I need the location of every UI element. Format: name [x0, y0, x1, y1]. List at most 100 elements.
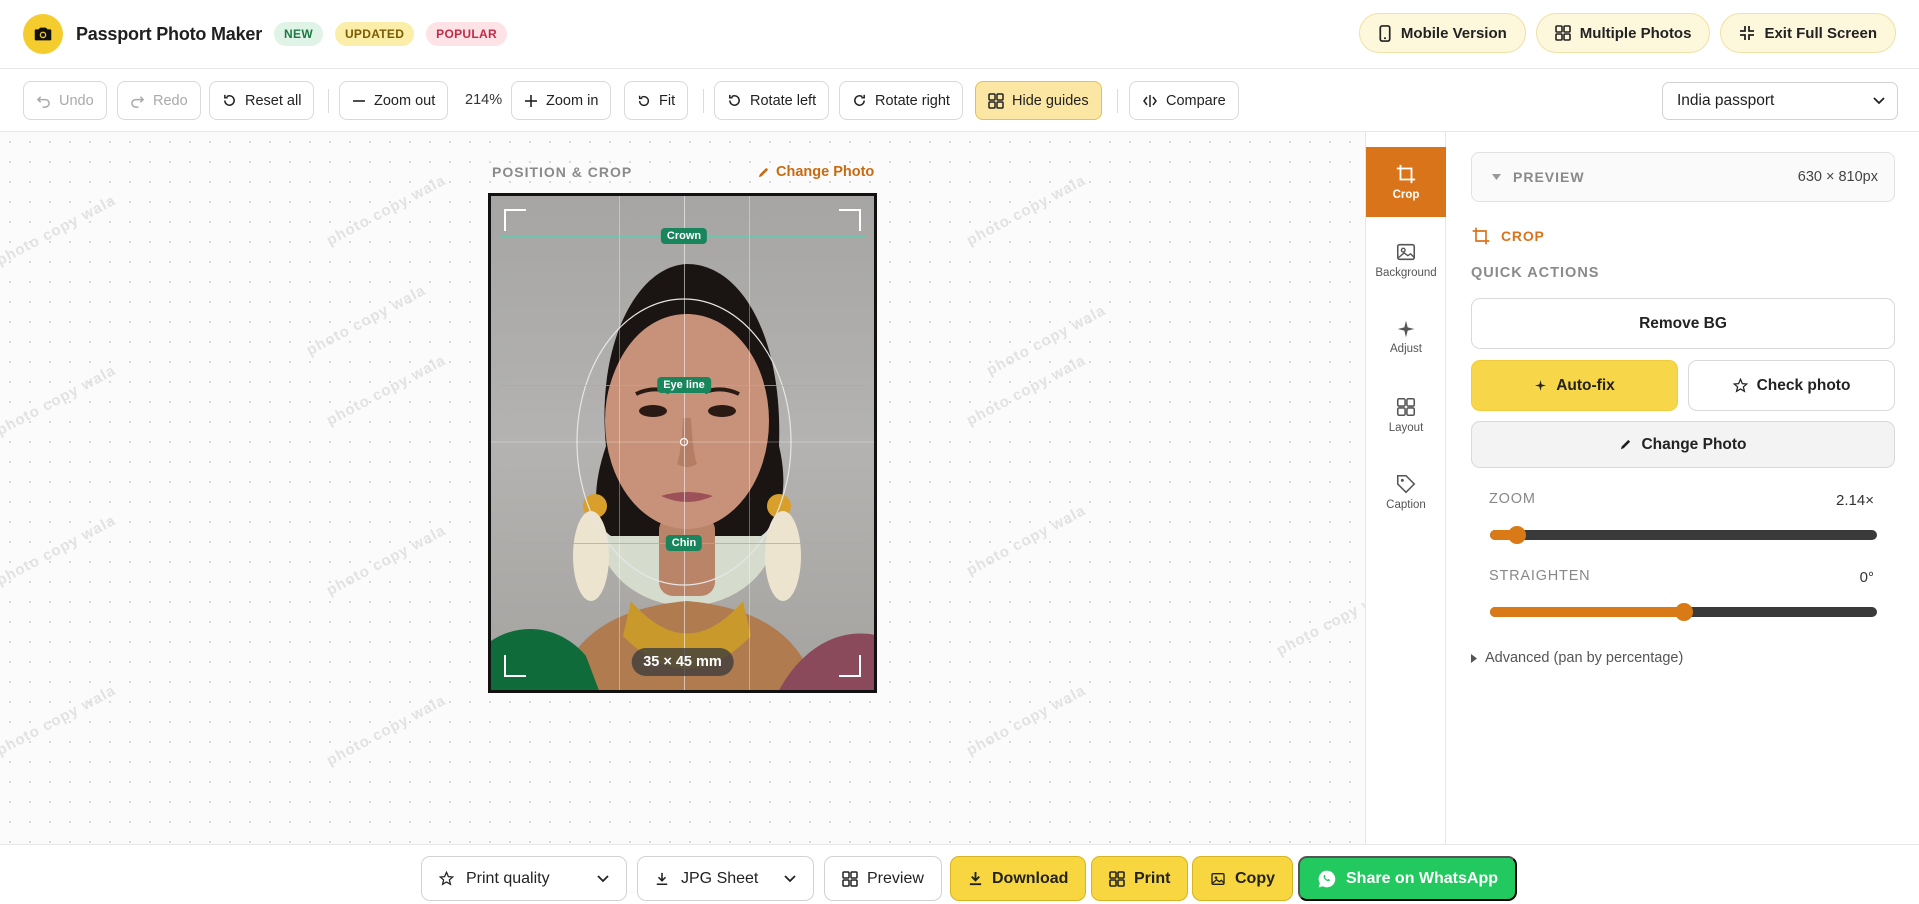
passport-photo[interactable]: Crown Eye line Chin 35 × 45 mm: [488, 193, 877, 693]
preview-button[interactable]: Preview: [824, 856, 942, 901]
rail-item-background[interactable]: Background: [1366, 225, 1446, 295]
multiple-photos-button[interactable]: Multiple Photos: [1535, 13, 1711, 53]
star-icon: [439, 871, 454, 886]
straighten-slider-fill: [1490, 607, 1684, 617]
remove-bg-button[interactable]: Remove BG: [1471, 298, 1895, 349]
chevron-down-icon: [597, 874, 609, 882]
camera-logo-icon: [23, 14, 63, 54]
watermark: photo copy wala: [0, 361, 119, 440]
undo-button[interactable]: Undo: [23, 81, 107, 120]
crop-corner[interactable]: [504, 209, 526, 231]
face-oval-guide: [491, 298, 874, 586]
preview-title: PREVIEW: [1513, 169, 1585, 185]
zoom-slider-thumb[interactable]: [1508, 526, 1527, 544]
zoom-out-button[interactable]: Zoom out: [339, 81, 449, 120]
watermark: photo copy wala: [983, 301, 1109, 380]
zoom-slider[interactable]: [1490, 526, 1877, 544]
exit-fullscreen-button[interactable]: Exit Full Screen: [1720, 13, 1896, 53]
change-photo-link[interactable]: Change Photo: [757, 164, 874, 180]
watermark: photo copy wala: [323, 521, 449, 600]
rotate-right-icon: [854, 94, 865, 106]
grid-icon: [1554, 25, 1571, 41]
app-header: Passport Photo Maker NEW UPDATED POPULAR…: [0, 0, 1919, 69]
star-icon: [1732, 378, 1748, 393]
crop-icon: [1472, 227, 1490, 245]
refresh-icon: [638, 95, 650, 106]
minimize-icon: [1740, 26, 1755, 40]
rail-item-layout[interactable]: Layout: [1366, 380, 1446, 450]
watermark: photo copy wala: [323, 691, 449, 770]
toolbar-divider: [328, 89, 329, 113]
zoom-in-button[interactable]: Zoom in: [511, 81, 612, 120]
watermark: photo copy wala: [323, 351, 449, 430]
zoom-label: ZOOM: [1489, 491, 1536, 507]
zoom-value: 2.14×: [1836, 492, 1874, 509]
action-footer: Print quality JPG Sheet Preview Download…: [0, 844, 1919, 904]
grid-icon: [842, 870, 858, 887]
chevron-down-icon: [784, 874, 796, 882]
redo-button[interactable]: Redo: [117, 81, 201, 120]
straighten-slider[interactable]: [1490, 603, 1877, 621]
minus-icon: [353, 99, 365, 102]
grid-icon: [1396, 397, 1416, 417]
undo-icon: [36, 96, 50, 108]
preview-section-toggle[interactable]: PREVIEW 630 × 810px: [1471, 152, 1895, 202]
auto-fix-button[interactable]: Auto-fix: [1471, 360, 1678, 411]
preview-dimensions: 630 × 810px: [1797, 169, 1878, 185]
share-whatsapp-button[interactable]: Share on WhatsApp: [1298, 856, 1518, 901]
eye-line-label[interactable]: Eye line: [657, 377, 711, 393]
format-select[interactable]: JPG Sheet: [637, 856, 814, 901]
tool-rail: Crop Background Adjust Layout Caption: [1365, 132, 1446, 844]
rotate-left-button[interactable]: Rotate left: [714, 81, 830, 120]
whatsapp-icon: [1318, 870, 1336, 887]
rail-item-adjust[interactable]: Adjust: [1366, 302, 1446, 372]
image-icon: [1396, 243, 1416, 261]
watermark: photo copy wala: [303, 281, 429, 360]
plus-icon: [525, 94, 537, 107]
phone-icon: [1379, 24, 1391, 42]
document-type-select[interactable]: India passport: [1662, 82, 1898, 120]
redo-icon: [131, 96, 145, 108]
sparkle-icon: [1397, 320, 1415, 338]
print-quality-select[interactable]: Print quality: [421, 856, 627, 901]
watermark: photo copy wala: [963, 171, 1089, 250]
watermark: photo copy wala: [963, 681, 1089, 760]
settings-panel: PREVIEW 630 × 810px CROP QUICK ACTIONS R…: [1446, 132, 1919, 844]
toolbar-divider: [703, 89, 704, 113]
compare-button[interactable]: Compare: [1129, 81, 1239, 120]
rail-item-crop[interactable]: Crop: [1366, 147, 1446, 217]
rotate-left-icon: [729, 94, 740, 106]
rotate-right-button[interactable]: Rotate right: [839, 81, 963, 120]
download-icon: [656, 872, 668, 885]
pencil-icon: [1621, 439, 1631, 450]
toolbar-divider: [1117, 89, 1118, 113]
photo-canvas[interactable]: photo copy wala photo copy wala photo co…: [0, 132, 1365, 844]
position-crop-label: POSITION & CROP: [492, 164, 633, 180]
hide-guides-button[interactable]: Hide guides: [975, 81, 1102, 120]
updated-badge: UPDATED: [334, 22, 415, 46]
crop-icon: [1396, 164, 1416, 184]
crop-corner[interactable]: [839, 655, 861, 677]
chin-label[interactable]: Chin: [665, 535, 703, 551]
reset-all-button[interactable]: Reset all: [209, 81, 315, 120]
rail-item-caption[interactable]: Caption: [1366, 457, 1446, 527]
check-photo-button[interactable]: Check photo: [1688, 360, 1895, 411]
download-icon: [969, 871, 982, 886]
straighten-slider-thumb[interactable]: [1674, 603, 1693, 621]
crop-corner[interactable]: [839, 209, 861, 231]
change-photo-button[interactable]: Change Photo: [1471, 421, 1895, 468]
advanced-toggle[interactable]: Advanced (pan by percentage): [1471, 650, 1683, 666]
download-button[interactable]: Download: [950, 856, 1087, 901]
caret-right-icon: [1471, 653, 1477, 663]
watermark: photo copy wala: [0, 681, 119, 760]
watermark: photo copy wala: [0, 191, 119, 270]
chevron-down-icon: [1873, 97, 1885, 105]
fit-button[interactable]: Fit: [624, 81, 689, 120]
copy-button[interactable]: Copy: [1192, 856, 1293, 901]
crop-corner[interactable]: [504, 655, 526, 677]
crown-label[interactable]: Crown: [660, 228, 708, 244]
app-title: Passport Photo Maker: [76, 23, 263, 44]
caret-down-icon: [1492, 174, 1501, 180]
mobile-version-button[interactable]: Mobile Version: [1358, 13, 1526, 53]
print-button[interactable]: Print: [1091, 856, 1189, 901]
